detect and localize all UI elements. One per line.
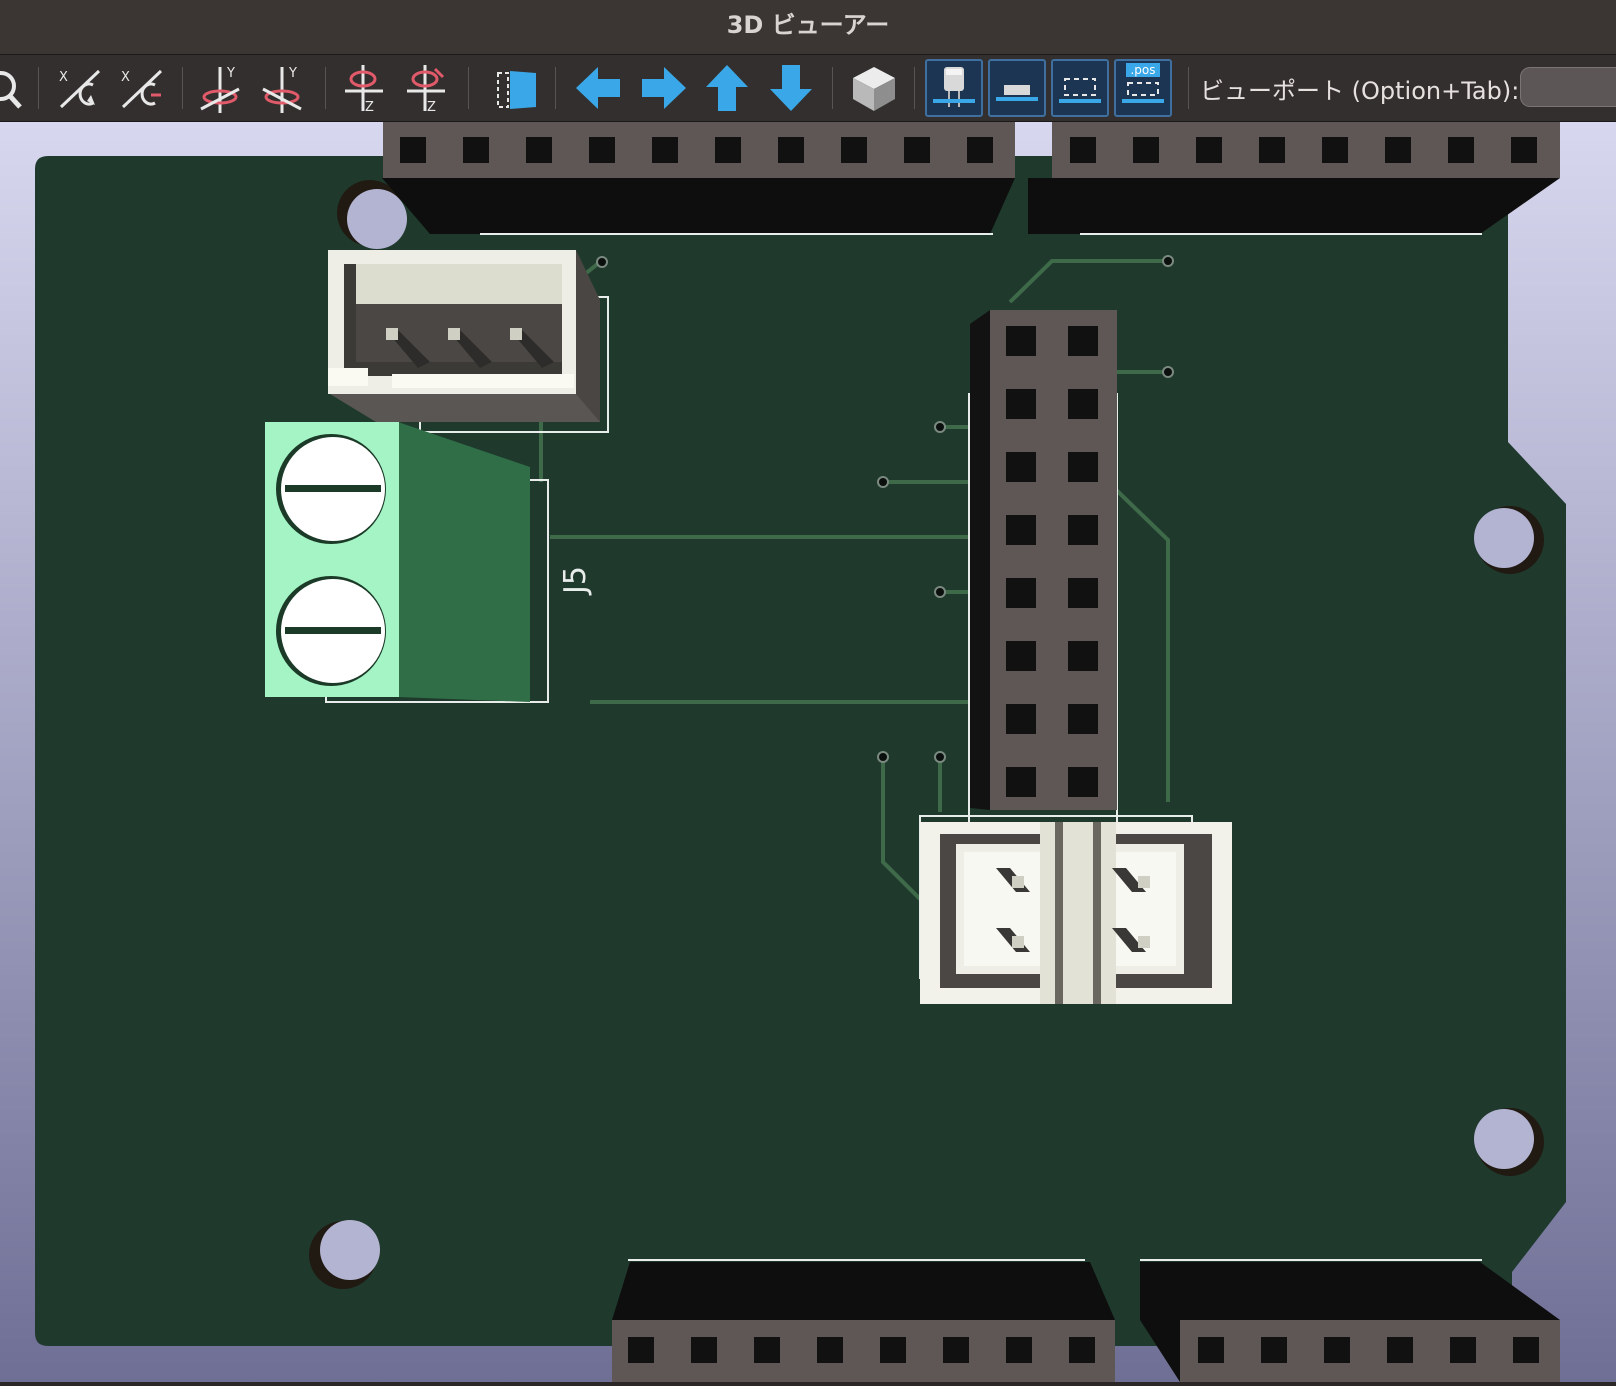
svg-text:Y: Y — [288, 66, 297, 81]
zoom-fit-icon — [0, 71, 22, 109]
rotate-y-cw-icon: Y — [200, 66, 240, 113]
rotate-y-ccw-button[interactable]: Y — [255, 59, 313, 117]
rotate-x-ccw-icon: X — [121, 69, 163, 109]
toolbar-separator — [38, 67, 39, 109]
toolbar-separator — [182, 67, 183, 109]
flip-view-icon — [497, 71, 536, 109]
pcb-board — [35, 156, 1566, 1346]
show-smd-icon — [996, 85, 1038, 101]
top-left-pin-header — [382, 122, 1015, 235]
svg-text:X: X — [59, 70, 68, 85]
svg-text:Z: Z — [365, 100, 374, 115]
arrow-up-icon — [706, 65, 748, 111]
show-not-in-pos-icon: .pos — [1122, 63, 1164, 103]
rotate-x-ccw-button[interactable]: X — [113, 59, 171, 117]
toolbar-separator — [468, 67, 469, 109]
show-virtual-icon — [1059, 78, 1101, 103]
toolbar-separator — [1188, 67, 1189, 109]
svg-text:Y: Y — [226, 66, 235, 81]
orthographic-cube-icon — [853, 67, 895, 111]
rotate-z-ccw-icon: Z — [407, 65, 445, 115]
toolbar-separator — [555, 67, 556, 109]
show-tht-toggle[interactable] — [925, 59, 983, 117]
svg-text:Z: Z — [427, 100, 436, 115]
show-smd-toggle[interactable] — [988, 59, 1046, 117]
bottom-left-pin-header — [612, 1259, 1115, 1382]
rotate-z-ccw-button[interactable]: Z — [399, 59, 457, 117]
arrow-right-icon — [642, 67, 686, 109]
rotate-y-ccw-icon: Y — [262, 66, 302, 113]
2x2-jst-connector — [919, 815, 1232, 1004]
show-virtual-toggle[interactable] — [1051, 59, 1109, 117]
viewport-select[interactable] — [1520, 67, 1616, 107]
move-down-button[interactable] — [762, 59, 820, 117]
move-left-button[interactable] — [570, 59, 628, 117]
3d-viewport[interactable]: J8 J5 — [0, 122, 1616, 1382]
show-not-in-pos-toggle[interactable]: .pos — [1114, 59, 1172, 117]
toolbar-separator — [914, 67, 915, 109]
rotate-y-cw-button[interactable]: Y — [193, 59, 251, 117]
top-right-pin-header — [1028, 122, 1560, 235]
viewer-toolbar: X X Y Y Z Z .pos ビューポート (Option+Tab): — [0, 55, 1616, 122]
arrow-left-icon — [576, 67, 620, 109]
rotate-z-cw-icon: Z — [345, 65, 383, 115]
3d-scene[interactable]: J8 J5 — [0, 122, 1616, 1382]
window-title: 3D ビューアー — [726, 11, 890, 39]
toolbar-separator — [325, 67, 326, 109]
j5-reference-label: J5 — [558, 566, 593, 596]
arrow-down-icon — [770, 65, 812, 111]
window-title-bar: 3D ビューアー — [0, 0, 1616, 55]
rotate-x-cw-button[interactable]: X — [51, 59, 109, 117]
viewport-label: ビューポート (Option+Tab): — [1200, 77, 1520, 105]
orthographic-button[interactable] — [845, 59, 903, 117]
rotate-x-cw-icon: X — [59, 69, 101, 109]
zoom-fit-button[interactable] — [0, 59, 30, 117]
svg-text:X: X — [121, 70, 130, 85]
pos-badge: .pos — [1130, 63, 1155, 77]
rotate-z-cw-button[interactable]: Z — [337, 59, 395, 117]
move-right-button[interactable] — [634, 59, 692, 117]
flip-view-button[interactable] — [488, 59, 546, 117]
toolbar-separator — [832, 67, 833, 109]
show-tht-icon — [933, 67, 975, 107]
move-up-button[interactable] — [698, 59, 756, 117]
bottom-right-pin-header — [1140, 1259, 1560, 1382]
